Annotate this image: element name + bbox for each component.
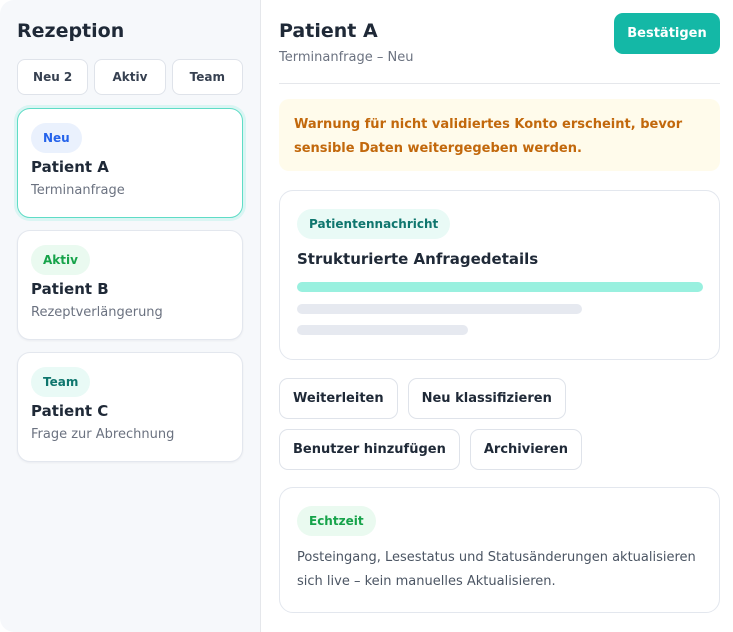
content-placeholder-bar (297, 282, 703, 292)
patient-name: Patient B (31, 280, 109, 298)
detail-pane: Patient A Terminanfrage – Neu Bestätigen… (261, 0, 733, 632)
patient-message-panel: Patientennachricht Strukturierte Anfrage… (279, 190, 720, 360)
message-title: Strukturierte Anfragedetails (297, 250, 539, 268)
forward-button[interactable]: Weiterleiten (279, 378, 398, 419)
add-user-button[interactable]: Benutzer hinzufügen (279, 429, 460, 470)
patient-card-a[interactable]: Neu Patient A Terminanfrage (17, 108, 243, 218)
content-placeholder-bar (297, 325, 468, 335)
reception-app: Rezeption Neu 2 Aktiv Team Neu Patient A… (0, 0, 733, 632)
sidebar-title: Rezeption (17, 20, 125, 42)
filter-team-button[interactable]: Team (171, 59, 243, 95)
page-title: Patient A (279, 20, 378, 42)
patient-list: Neu Patient A Terminanfrage Aktiv Patien… (17, 108, 243, 462)
detail-header: Patient A Terminanfrage – Neu Bestätigen (279, 13, 720, 84)
patient-name: Patient C (31, 402, 109, 420)
message-badge: Patientennachricht (297, 209, 451, 239)
action-row: Benutzer hinzufügen Archivieren (279, 429, 720, 470)
realtime-description: Posteingang, Lesestatus und Statusänderu… (297, 550, 696, 589)
patient-card-c[interactable]: Team Patient C Frage zur Abrechnung (17, 352, 243, 462)
realtime-badge: Echtzeit (297, 506, 376, 536)
status-badge: Aktiv (31, 245, 90, 275)
filter-active-button[interactable]: Aktiv (94, 59, 166, 95)
action-row: Weiterleiten Neu klassifizieren (279, 378, 720, 419)
warning-banner: Warnung für nicht validiertes Konto ersc… (279, 99, 720, 171)
patient-name: Patient A (31, 158, 109, 176)
archive-button[interactable]: Archivieren (469, 429, 582, 470)
realtime-panel: Echtzeit Posteingang, Lesestatus und Sta… (279, 487, 720, 613)
content-placeholder-bar (297, 304, 582, 314)
sidebar: Rezeption Neu 2 Aktiv Team Neu Patient A… (0, 0, 261, 632)
filter-row: Neu 2 Aktiv Team (17, 59, 243, 95)
status-badge: Neu (31, 123, 82, 153)
patient-subject: Terminanfrage (31, 183, 125, 198)
confirm-button[interactable]: Bestätigen (614, 13, 720, 54)
page-subtitle: Terminanfrage – Neu (279, 50, 414, 65)
header-text: Patient A Terminanfrage – Neu (279, 18, 413, 67)
reclassify-button[interactable]: Neu klassifizieren (407, 378, 566, 419)
patient-subject: Rezeptverlängerung (31, 305, 163, 320)
patient-subject: Frage zur Abrechnung (31, 427, 175, 442)
patient-card-b[interactable]: Aktiv Patient B Rezeptverlängerung (17, 230, 243, 340)
filter-new-button[interactable]: Neu 2 (17, 59, 89, 95)
status-badge: Team (31, 367, 91, 397)
